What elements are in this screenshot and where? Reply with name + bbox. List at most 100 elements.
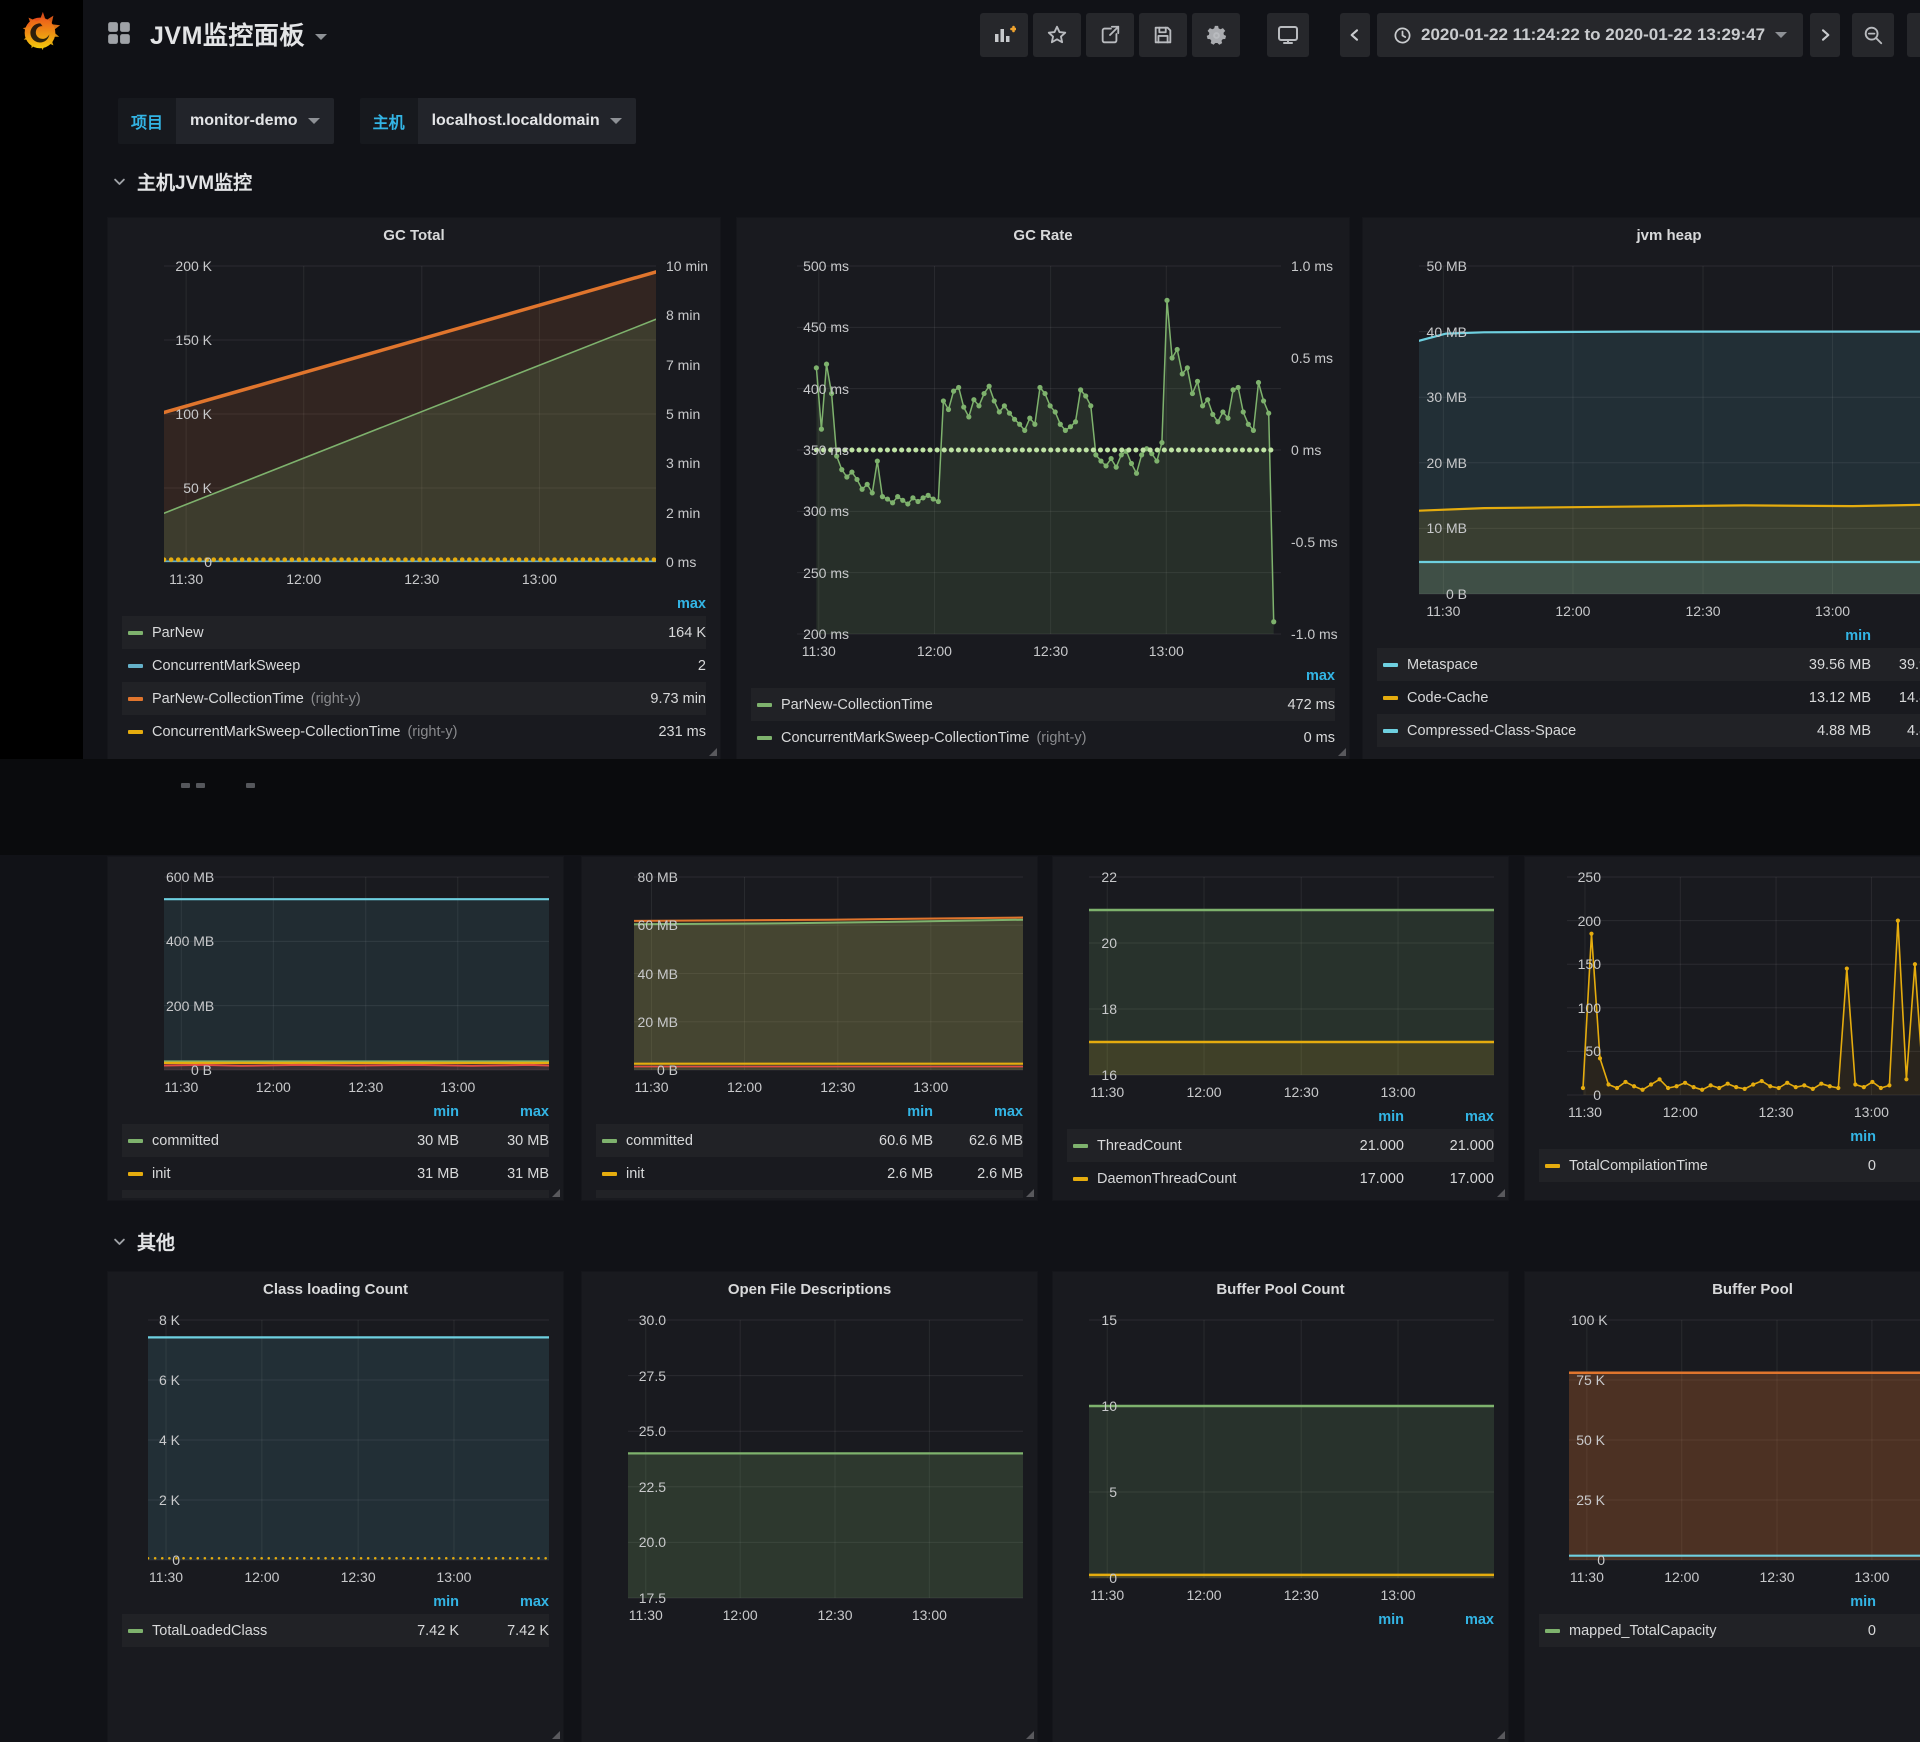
legend-series-item[interactable]: ConcurrentMarkSweep-CollectionTime(right… (751, 721, 1335, 754)
legend-series-swatch (1545, 1629, 1560, 1633)
panel-resize-handle[interactable] (1497, 1189, 1505, 1197)
legend-series-item[interactable]: ParNew-CollectionTime472 ms (751, 688, 1335, 721)
panel-resize-handle[interactable] (1338, 748, 1346, 756)
legend-stat-value: 2 (616, 658, 706, 674)
time-series-chart[interactable]: 22201816 (1053, 863, 1508, 1083)
panel-title[interactable]: Class loading Count (108, 1272, 563, 1306)
cycle-view-tv-icon[interactable] (1267, 13, 1309, 57)
time-series-chart[interactable]: 30.027.525.022.520.017.5 (582, 1306, 1037, 1606)
x-axis-tick-label: 13:00 (1149, 643, 1184, 659)
row-header-other[interactable]: 其他 (112, 1228, 175, 1255)
legend-series-item[interactable]: committed30 MB30 MB (122, 1124, 549, 1157)
y-axis-tick-label: 2 K (150, 1492, 180, 1508)
legend-series-item[interactable]: TotalLoadedClass7.42 K7.42 K (122, 1614, 549, 1647)
legend-stat-header[interactable]: max (1404, 1109, 1494, 1125)
panel-resize-handle[interactable] (709, 748, 717, 756)
legend-series-item[interactable]: Code-Cache13.12 MB14.80 MB (1377, 681, 1920, 714)
panel-title[interactable]: Open File Descriptions (582, 1272, 1037, 1306)
legend-series-item[interactable]: ConcurrentMarkSweep-CollectionTime(right… (122, 715, 706, 748)
legend-stat-header[interactable]: min (1786, 1129, 1876, 1145)
panel-title[interactable]: Buffer Pool (1525, 1272, 1920, 1306)
time-series-chart[interactable]: 250200150100500 (1525, 863, 1920, 1103)
legend-stat-header[interactable]: max (1404, 1612, 1494, 1628)
panel-resize-handle[interactable] (1026, 1189, 1034, 1197)
time-series-chart[interactable]: 100 K75 K50 K25 K0 (1525, 1306, 1920, 1568)
y-axis-tick-label: 0 (150, 1552, 180, 1568)
time-forward-button[interactable] (1810, 13, 1840, 57)
panel-title[interactable]: jvm heap (1363, 218, 1920, 252)
legend-stat-header[interactable]: min (1786, 1594, 1876, 1610)
legend-stat-header[interactable]: max (459, 1104, 549, 1120)
variable-project[interactable]: 项目 monitor-demo (118, 98, 334, 144)
legend-stat-header[interactable]: max (616, 596, 706, 612)
panel-title[interactable]: GC Rate (737, 218, 1349, 252)
dashboard-squares-icon[interactable] (106, 20, 132, 46)
panel-resize-handle[interactable] (552, 1731, 560, 1739)
legend-stat-header[interactable]: max (1871, 628, 1920, 644)
legend-series-item[interactable]: init31 MB31 MB (122, 1157, 549, 1190)
variable-project-value[interactable]: monitor-demo (176, 98, 334, 144)
legend-series-item[interactable]: DaemonThreadCount17.00017.000 (1067, 1162, 1494, 1195)
row-header-jvm[interactable]: 主机JVM监控 (112, 168, 252, 195)
legend-stat-header[interactable]: max (1876, 1594, 1920, 1610)
legend-series-name: ConcurrentMarkSweep (152, 658, 300, 674)
legend-stat-header[interactable]: max (1245, 668, 1335, 684)
x-axis-tick-label: 11:30 (1570, 1569, 1604, 1585)
legend-header: max (122, 592, 706, 616)
legend-stat-header[interactable]: max (1876, 1129, 1920, 1145)
legend-series-item[interactable]: used62.6 MB62.6 MB (596, 1190, 1023, 1198)
time-series-chart[interactable]: 600 MB400 MB200 MB0 B (108, 863, 563, 1078)
y-axis-tick-label: 75 K (1571, 1372, 1605, 1388)
legend-series-item[interactable]: Metaspace39.56 MB39.98 MB (1377, 648, 1920, 681)
variable-host-value[interactable]: localhost.localdomain (418, 98, 636, 144)
time-range-picker[interactable]: 2020-01-22 11:24:22 to 2020-01-22 13:29:… (1377, 13, 1803, 57)
time-range-text: 2020-01-22 11:24:22 to 2020-01-22 13:29:… (1421, 25, 1765, 45)
star-button[interactable] (1033, 13, 1081, 57)
add-panel-button[interactable] (980, 13, 1028, 57)
refresh-button[interactable] (1907, 13, 1920, 57)
time-series-chart[interactable]: 8 K6 K4 K2 K0 (108, 1306, 563, 1568)
save-button[interactable] (1139, 13, 1187, 57)
panel-resize-handle[interactable] (1026, 1731, 1034, 1739)
y-axis-tick-label: 27.5 (630, 1368, 666, 1384)
legend-series-item[interactable]: ParNew-CollectionTime(right-y)9.73 min (122, 682, 706, 715)
time-series-chart[interactable]: 500 ms450 ms400 ms350 ms300 ms250 ms200 … (737, 252, 1349, 642)
legend-stat-header[interactable]: min (369, 1104, 459, 1120)
legend-axis-suffix: (right-y) (407, 724, 457, 740)
time-series-chart[interactable]: 151050 (1053, 1306, 1508, 1586)
legend-series-item[interactable]: TotalCompilationTime00 (1539, 1149, 1920, 1182)
time-series-chart[interactable]: 50 MB40 MB30 MB20 MB10 MB0 B (1363, 252, 1920, 602)
panel-title[interactable]: GC Total (108, 218, 720, 252)
legend-series-item[interactable]: mapped_TotalCapacity00 (1539, 1614, 1920, 1647)
legend-series-item[interactable]: committed60.6 MB62.6 MB (596, 1124, 1023, 1157)
share-button[interactable] (1086, 13, 1134, 57)
legend-stat-header[interactable]: min (843, 1104, 933, 1120)
panel-title[interactable]: Buffer Pool Count (1053, 1272, 1508, 1306)
legend-series-item[interactable]: ParNew164 K (122, 616, 706, 649)
legend-series-swatch (757, 703, 772, 707)
zoom-out-button[interactable] (1852, 13, 1894, 57)
legend-series-item[interactable]: init2.6 MB2.6 MB (596, 1157, 1023, 1190)
legend-stat-header[interactable]: max (933, 1104, 1023, 1120)
dashboard-title[interactable]: JVM监控面板 (150, 16, 327, 52)
y-axis-tick-label: 10 MB (1421, 520, 1467, 536)
legend-series-item[interactable]: ThreadCount21.00021.000 (1067, 1129, 1494, 1162)
legend-stat-header[interactable]: min (1314, 1612, 1404, 1628)
grafana-logo[interactable] (17, 8, 63, 54)
legend-stat-header[interactable]: max (459, 1594, 549, 1610)
variable-host[interactable]: 主机 localhost.localdomain (360, 98, 636, 144)
panel-resize-handle[interactable] (552, 1189, 560, 1197)
time-series-chart[interactable]: 200 K150 K100 K50 K010 min8 min7 min5 mi… (108, 252, 720, 570)
legend-series-item[interactable]: ConcurrentMarkSweep 2 (122, 649, 706, 682)
settings-gear-icon[interactable] (1192, 13, 1240, 57)
x-axis-tick-label: 11:30 (1426, 603, 1460, 619)
chevron-down-icon (308, 118, 320, 124)
legend-stat-header[interactable]: min (369, 1594, 459, 1610)
panel-resize-handle[interactable] (1497, 1731, 1505, 1739)
legend-stat-header[interactable]: min (1314, 1109, 1404, 1125)
legend-series-item[interactable]: Compressed-Class-Space4.88 MB4.88 MB (1377, 714, 1920, 747)
time-series-chart[interactable]: 80 MB60 MB40 MB20 MB0 B (582, 863, 1037, 1078)
time-back-button[interactable] (1340, 13, 1370, 57)
legend-series-item[interactable]: max556 MB556 MB (122, 1190, 549, 1198)
legend-stat-header[interactable]: min (1781, 628, 1871, 644)
